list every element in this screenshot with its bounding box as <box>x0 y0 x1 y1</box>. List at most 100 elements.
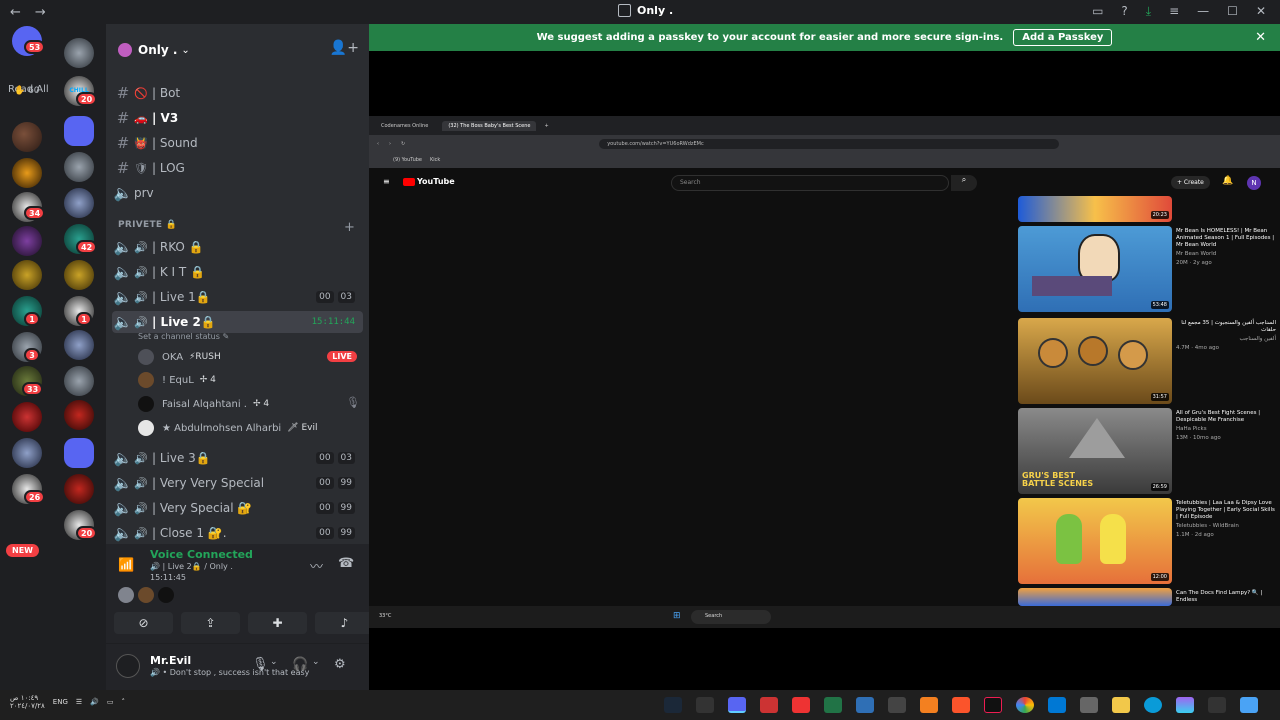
video-thumbnail[interactable] <box>1018 588 1172 606</box>
wifi-icon[interactable]: ☰ <box>76 698 82 706</box>
server-icon[interactable] <box>12 402 42 432</box>
server-icon[interactable] <box>64 366 94 396</box>
server-icon[interactable] <box>64 474 94 504</box>
activities-button[interactable]: ✚ <box>248 612 307 634</box>
voice-member[interactable]: Faisal Alqahtani . ✢ 4 <box>138 394 269 414</box>
back-icon[interactable]: ‹ <box>377 141 379 147</box>
bell-icon[interactable]: 🔔 <box>1222 176 1233 186</box>
server-icon[interactable] <box>12 260 42 290</box>
disconnect-icon[interactable]: ☎ <box>338 556 354 571</box>
category-header[interactable]: PRIVETE 🔒 + <box>118 220 355 235</box>
volume-icon[interactable]: 🔊 <box>90 698 99 706</box>
chrome-icon[interactable] <box>1016 697 1034 713</box>
video-meta[interactable]: Teletubbies | Laa Laa & Dipsy Love Playi… <box>1176 500 1276 539</box>
noise-suppression-icon[interactable]: 〰 <box>310 556 323 575</box>
forward-button[interactable]: → <box>35 5 46 20</box>
folder-icon[interactable] <box>64 438 94 468</box>
app-icon[interactable] <box>888 697 906 713</box>
voice-member[interactable]: ★ Abdulmohsen Alharbi 🗡 Evil <box>138 418 318 438</box>
bookmark[interactable]: (9) YouTube <box>393 157 422 163</box>
video-thumbnail[interactable]: 12:00 <box>1018 498 1172 584</box>
forward-icon[interactable]: › <box>389 141 391 147</box>
voice-status[interactable]: Voice Connected <box>150 548 253 561</box>
taskview-icon[interactable] <box>1208 697 1226 713</box>
taskbar-search[interactable]: Search <box>691 610 771 624</box>
windows-start-icon[interactable] <box>1240 697 1258 713</box>
add-passkey-button[interactable]: Add a Passkey <box>1013 29 1113 46</box>
youtube-logo[interactable]: YouTube <box>403 177 455 186</box>
gear-icon[interactable]: ⚙ <box>334 657 346 672</box>
server-icon[interactable] <box>64 38 94 68</box>
inbox-icon[interactable]: ▭ <box>1092 4 1103 19</box>
channel-prv[interactable]: 🔈 prv <box>112 182 363 204</box>
close-icon[interactable]: ✕ <box>1255 30 1266 45</box>
server-icon[interactable] <box>64 188 94 218</box>
add-channel-icon[interactable]: + <box>344 220 355 235</box>
video-meta[interactable]: Can The Docs Find Lampy? 🔍 | Endless <box>1176 590 1276 604</box>
video-meta[interactable]: السناجب ألفين والسنجبوت | 35 مجمع لنا حل… <box>1176 320 1276 352</box>
live-badge[interactable]: LIVE <box>327 351 357 362</box>
channel-sound[interactable]: # 👹 | Sound <box>112 132 363 154</box>
microphone-icon[interactable]: 🎙 <box>252 657 269 672</box>
url-field[interactable]: youtube.com/watch?v=YU6oRWdzEMc <box>599 138 1060 149</box>
weather-widget[interactable]: 33°C <box>379 613 391 619</box>
download-icon[interactable]: ⤓ <box>1146 4 1151 19</box>
server-icon[interactable] <box>64 260 94 290</box>
shared-screen[interactable]: Codenames Online (32) The Boss Baby's Be… <box>369 116 1280 628</box>
copilot-icon[interactable] <box>1176 697 1194 713</box>
tiktok-icon[interactable] <box>984 697 1002 713</box>
voice-member[interactable]: ! EquL ✢ 4 <box>138 370 216 390</box>
server-icon[interactable] <box>12 158 42 188</box>
reload-icon[interactable]: ↻ <box>401 141 405 147</box>
voice-member[interactable]: OKA ⚡RUSH <box>138 347 221 367</box>
chevron-down-icon[interactable]: ⌄ <box>312 657 320 667</box>
video-thumbnail[interactable]: 31:57 <box>1018 318 1172 404</box>
voice-channel[interactable]: 🔈 🔊 | Very Very Special 00 99 <box>112 472 363 494</box>
create-button[interactable]: + Create <box>1171 176 1210 189</box>
app-icon[interactable] <box>1080 697 1098 713</box>
brave-icon[interactable] <box>952 697 970 713</box>
browser-tab[interactable]: (32) The Boss Baby's Best Scene <box>442 120 537 131</box>
camera-off-button[interactable]: ⊘ <box>114 612 173 634</box>
maximize-button[interactable]: ☐ <box>1227 4 1238 19</box>
youtube-search-input[interactable]: Search <box>671 175 949 191</box>
channel-v3[interactable]: # 🚗 | V3 <box>112 107 363 129</box>
video-thumbnail[interactable]: GRU'S BEST BATTLE SCENES 26:59 <box>1018 408 1172 494</box>
video-meta[interactable]: All of Gru's Best Fight Scenes | Despica… <box>1176 410 1276 442</box>
excel-icon[interactable] <box>824 697 842 713</box>
voice-channel-path[interactable]: 🔊 | Live 2🔒 / Only . <box>150 562 233 571</box>
bookmark[interactable]: Kick <box>430 157 440 163</box>
server-icon[interactable] <box>64 400 94 430</box>
browser-tab[interactable]: Codenames Online <box>375 121 434 131</box>
voice-channel[interactable]: 🔈 🔊 | Live 1🔒 00 03 <box>112 286 363 308</box>
folder-icon[interactable] <box>64 116 94 146</box>
username[interactable]: Mr.Evil <box>150 654 191 667</box>
new-tab-icon[interactable]: + <box>544 123 548 129</box>
language-indicator[interactable]: ENG <box>53 698 68 706</box>
voice-channel[interactable]: 🔈 🔊 | Very Special 🔐 00 99 <box>112 497 363 519</box>
server-icon[interactable] <box>12 438 42 468</box>
video-meta[interactable]: Mr Bean Is HOMELESS! | Mr Bean Animated … <box>1176 228 1276 267</box>
voice-channel[interactable]: 🔈 🔊 | K I T 🔒 <box>112 261 363 283</box>
menu-icon[interactable]: ≡ <box>1169 4 1179 19</box>
signal-icon[interactable]: 📶 <box>118 558 134 573</box>
screen-share-button[interactable]: ⇪ <box>181 612 240 634</box>
mail-icon[interactable] <box>1048 697 1066 713</box>
avatar[interactable] <box>116 654 140 678</box>
minimize-button[interactable]: — <box>1197 4 1209 19</box>
channel-status-hint[interactable]: Set a channel status ✎ <box>138 332 229 341</box>
close-button[interactable]: ✕ <box>1256 4 1266 19</box>
clock[interactable]: ١٠:٤٩ ص ٢٠٢٤/٠٧/٢٨ <box>10 694 45 710</box>
avatar[interactable]: N <box>1247 176 1261 190</box>
folder-icon[interactable] <box>1112 697 1130 713</box>
video-thumbnail[interactable]: 53:48 <box>1018 226 1172 312</box>
new-unreads-pill[interactable]: NEW <box>6 544 39 557</box>
help-icon[interactable]: ? <box>1121 4 1127 19</box>
back-button[interactable]: ← <box>10 5 21 20</box>
chevron-up-icon[interactable]: ˄ <box>122 698 126 706</box>
voice-channel[interactable]: 🔈 🔊 | RKO 🔒 <box>112 236 363 258</box>
channel-bot[interactable]: # 🚫 | Bot <box>112 82 363 104</box>
voice-channel-connected[interactable]: 🔈 🔊 | Live 2🔒 15:11:44 <box>112 311 363 333</box>
channel-log[interactable]: # 🛡 | LOG <box>112 157 363 179</box>
hamburger-icon[interactable]: ≡ <box>383 177 390 186</box>
